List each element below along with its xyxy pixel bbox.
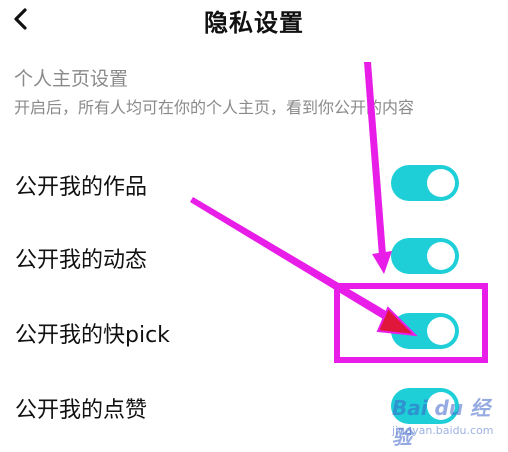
works-toggle[interactable] bbox=[391, 165, 459, 201]
setting-label: 公开我的点赞 bbox=[15, 398, 148, 423]
page-title: 隐私设置 bbox=[204, 9, 304, 37]
setting-label: 公开我的快pick bbox=[15, 323, 170, 348]
setting-label: 公开我的作品 bbox=[15, 175, 148, 200]
setting-row-works: 公开我的作品 bbox=[0, 157, 508, 211]
setting-label: 公开我的动态 bbox=[15, 248, 148, 273]
toggle-knob bbox=[427, 169, 455, 197]
annotation-highlight-box bbox=[334, 283, 488, 363]
section-title: 个人主页设置 bbox=[14, 68, 129, 90]
toggle-knob bbox=[427, 242, 455, 270]
feed-toggle[interactable] bbox=[391, 238, 459, 274]
watermark-logo: Bai du 经验 bbox=[392, 396, 491, 449]
top-bar: 隐私设置 bbox=[0, 0, 508, 40]
section-description: 开启后，所有人均可在你的个人主页，看到你公开的内容 bbox=[14, 98, 415, 117]
setting-row-feed: 公开我的动态 bbox=[0, 230, 508, 284]
watermark-url: jingyan.baidu.com bbox=[392, 424, 494, 437]
